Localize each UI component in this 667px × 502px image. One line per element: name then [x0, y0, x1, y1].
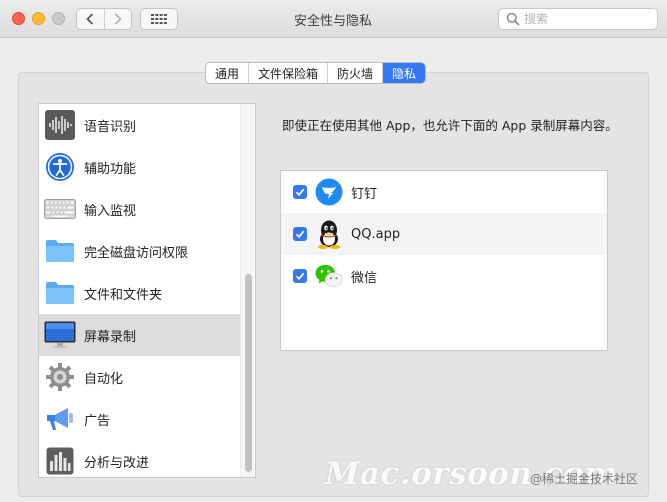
- display-icon: [44, 319, 76, 351]
- sidebar-item-label: 语音识别: [84, 119, 137, 135]
- tab-general[interactable]: 通用: [206, 63, 250, 83]
- forward-button[interactable]: [103, 9, 132, 29]
- app-label: 微信: [351, 270, 378, 286]
- app-label: 钉钉: [351, 186, 378, 202]
- gear-icon: [44, 361, 76, 393]
- show-all-button[interactable]: [140, 8, 178, 30]
- window-titlebar: 安全性与隐私: [0, 0, 667, 38]
- search-icon: [506, 12, 520, 26]
- sidebar-item-files-and-folders[interactable]: 文件和文件夹: [39, 272, 241, 314]
- close-window-button[interactable]: [12, 12, 25, 25]
- screen-recording-description: 即使正在使用其他 App，也允许下面的 App 录制屏幕内容。: [282, 118, 618, 133]
- search-input[interactable]: [524, 12, 644, 26]
- window-title: 安全性与隐私: [293, 14, 372, 29]
- app-row-wechat: 微信: [281, 255, 607, 297]
- grid-icon: [151, 14, 167, 24]
- back-button[interactable]: [77, 9, 104, 29]
- sidebar-item-accessibility[interactable]: 辅助功能: [39, 146, 241, 188]
- sidebar-item-input-monitoring[interactable]: 输入监视: [39, 188, 241, 230]
- tab-filevault[interactable]: 文件保险箱: [249, 63, 329, 83]
- checkmark-icon: [295, 230, 305, 239]
- sidebar-item-analytics[interactable]: 分析与改进: [39, 440, 241, 477]
- tab-bar: 通用 文件保险箱 防火墙 隐私: [205, 62, 427, 84]
- minimize-window-button[interactable]: [32, 12, 45, 25]
- watermark-sub: @稀土掘金技术社区: [530, 472, 639, 486]
- app-label: QQ.app: [351, 226, 401, 242]
- qq-checkbox[interactable]: [293, 227, 307, 241]
- megaphone-icon: [44, 403, 76, 435]
- wechat-icon: [315, 262, 343, 290]
- sidebar-item-automation[interactable]: 自动化: [39, 356, 241, 398]
- dingtalk-icon: [315, 178, 343, 206]
- tab-firewall[interactable]: 防火墙: [328, 63, 384, 83]
- chevron-right-icon: [114, 13, 122, 25]
- sidebar-scrollbar[interactable]: [240, 104, 254, 477]
- sidebar-item-label: 分析与改进: [84, 455, 150, 471]
- navigation-buttons: [76, 8, 132, 30]
- sidebar-item-label: 完全磁盘访问权限: [84, 245, 189, 261]
- sidebar-item-label: 文件和文件夹: [84, 287, 163, 303]
- sidebar-item-label: 输入监视: [84, 203, 137, 219]
- checkmark-icon: [295, 188, 305, 197]
- speech-recognition-icon: [44, 109, 76, 141]
- tab-privacy[interactable]: 隐私: [383, 63, 426, 83]
- sidebar-scroll-thumb[interactable]: [245, 274, 252, 472]
- sidebar-item-full-disk-access[interactable]: 完全磁盘访问权限: [39, 230, 241, 272]
- sidebar-item-label: 辅助功能: [84, 161, 137, 177]
- folder-icon: [44, 235, 76, 267]
- folder-icon: [44, 277, 76, 309]
- wechat-checkbox[interactable]: [293, 269, 307, 283]
- qq-icon: [315, 220, 343, 249]
- dingtalk-checkbox[interactable]: [293, 185, 307, 199]
- keyboard-icon: [44, 193, 76, 225]
- chevron-left-icon: [86, 13, 94, 25]
- sidebar-item-advertising[interactable]: 广告: [39, 398, 241, 440]
- app-row-qq: QQ.app: [281, 213, 607, 255]
- search-box[interactable]: [498, 8, 658, 30]
- privacy-category-list: 语音识别 辅助功能 输入监视 完全磁盘访问权限 文件和文件夹 屏幕录制 自动化 …: [38, 103, 256, 478]
- sidebar-item-label: 屏幕录制: [84, 329, 137, 345]
- sidebar-item-screen-recording[interactable]: 屏幕录制: [39, 314, 241, 356]
- zoom-window-button[interactable]: [52, 12, 65, 25]
- chart-icon: [44, 445, 76, 477]
- checkmark-icon: [295, 272, 305, 281]
- app-row-dingtalk: 钉钉: [281, 171, 607, 213]
- sidebar-item-label: 广告: [84, 413, 111, 429]
- sidebar-item-label: 自动化: [84, 371, 124, 387]
- app-list: 钉钉 QQ.app 微信: [280, 170, 608, 351]
- accessibility-icon: [44, 151, 76, 183]
- sidebar-item-speech-recognition[interactable]: 语音识别: [39, 104, 241, 146]
